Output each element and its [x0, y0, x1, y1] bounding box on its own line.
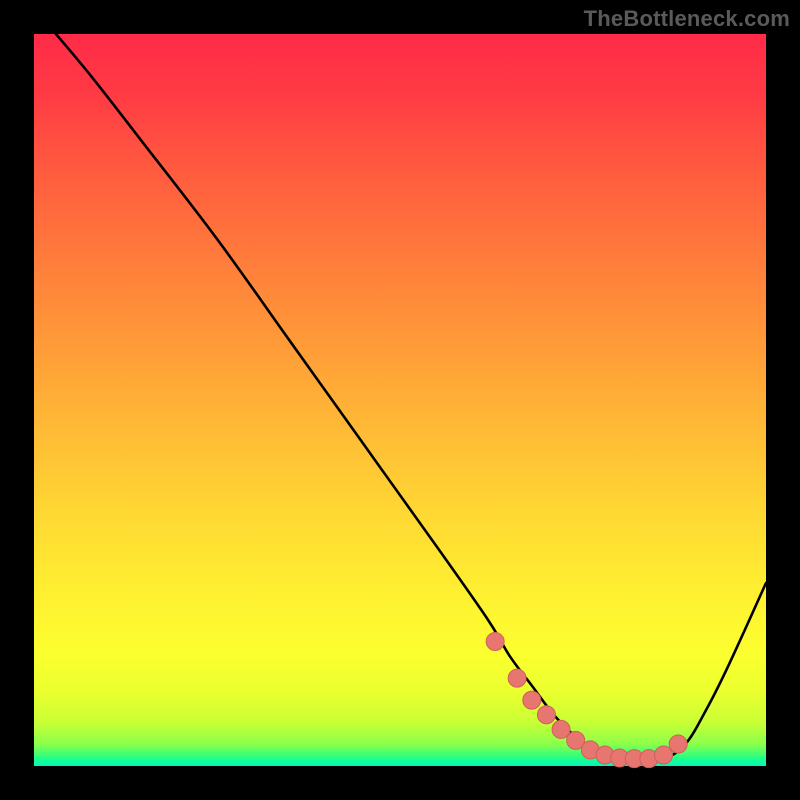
highlight-marker [523, 691, 541, 709]
chart-frame: TheBottleneck.com [0, 0, 800, 800]
curve-svg [34, 34, 766, 766]
highlight-marker [537, 706, 555, 724]
highlight-markers [486, 633, 687, 768]
highlight-marker [655, 746, 673, 764]
highlight-marker [508, 669, 526, 687]
watermark-text: TheBottleneck.com [584, 6, 790, 32]
highlight-marker [552, 720, 570, 738]
highlight-marker [669, 735, 687, 753]
bottleneck-curve-path [56, 34, 766, 760]
highlight-marker [486, 633, 504, 651]
plot-area [34, 34, 766, 766]
